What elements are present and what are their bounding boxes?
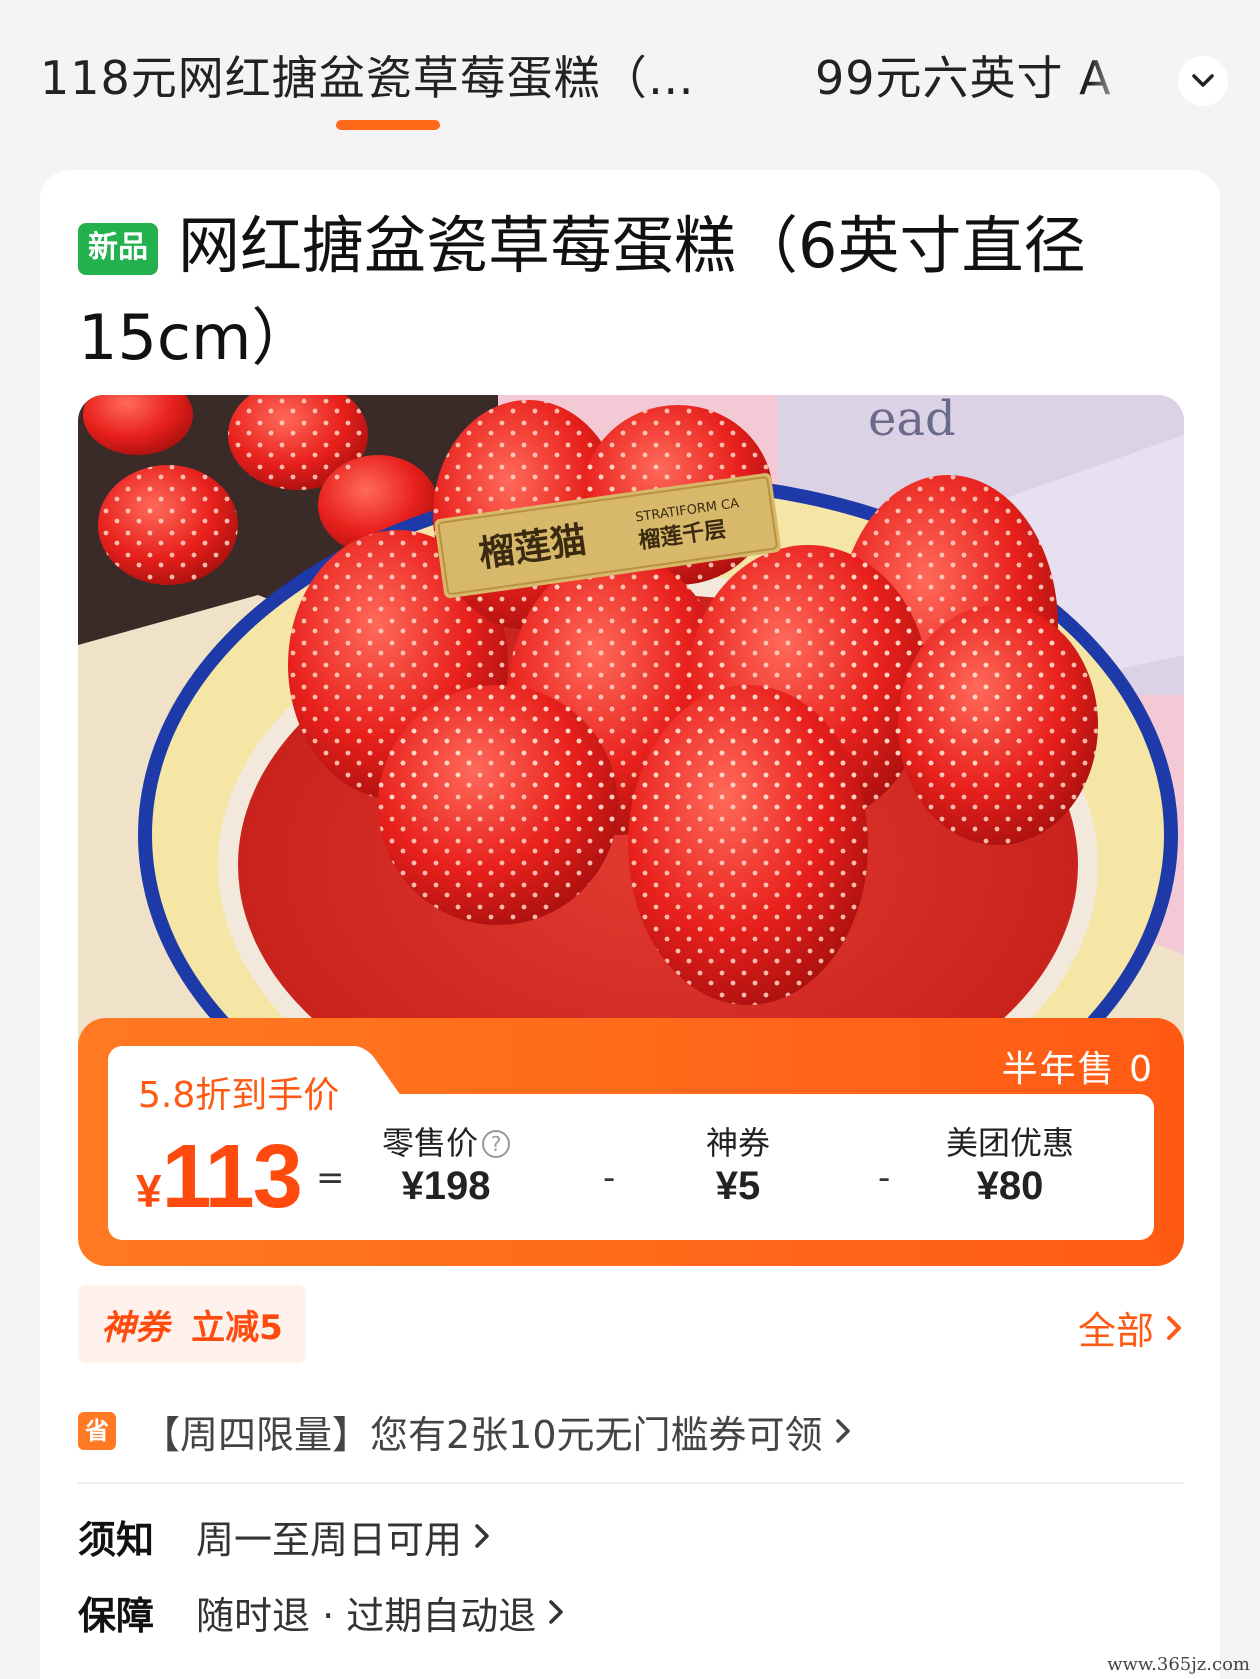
top-tab-bar: 118元网红搪盆瓷草莓蛋糕（… 99元六英寸 A: [0, 0, 1260, 150]
guarantee-value: 随时退 · 过期自动退: [196, 1593, 537, 1638]
half-year-sales: 半年售 0: [1001, 1049, 1154, 1090]
minus-sign-1: -: [603, 1158, 616, 1198]
active-tab-indicator: [336, 120, 440, 130]
deal-price: ¥113: [136, 1126, 303, 1229]
retail-price-value: ¥198: [401, 1164, 491, 1208]
minus-sign-2: -: [878, 1158, 891, 1198]
product-title-block: 新品 网红搪盆瓷草莓蛋糕（6英寸直径15cm）: [78, 200, 1178, 384]
view-all-coupons-link[interactable]: 全部: [1078, 1300, 1184, 1355]
deal-currency: ¥: [136, 1165, 162, 1217]
new-badge: 新品: [78, 223, 158, 275]
meituan-discount-label: 美团优惠: [945, 1124, 1074, 1162]
coupon-discount-value: ¥5: [715, 1164, 761, 1208]
coupon-discount-label: 神券: [705, 1124, 770, 1162]
save-icon: 省: [78, 1412, 116, 1450]
equals-sign: =: [316, 1158, 345, 1198]
expand-tabs-button[interactable]: [1178, 56, 1228, 106]
product-card: 新品 网红搪盆瓷草莓蛋糕（6英寸直径15cm） ead 榴莲猫 STRATIFO…: [40, 170, 1220, 1679]
coupon-tag[interactable]: 神券 立减5: [78, 1285, 306, 1363]
notice-value: 周一至周日可用: [196, 1517, 463, 1562]
meituan-discount-value: ¥80: [976, 1164, 1044, 1208]
guarantee-row[interactable]: 保障 随时退 · 过期自动退: [78, 1582, 566, 1642]
promo-coupon-row[interactable]: 省 【周四限量】您有2张10元无门槛券可领: [78, 1396, 853, 1466]
retail-price-label: 零售价: [381, 1124, 478, 1162]
view-all-label: 全部: [1077, 1309, 1154, 1353]
help-icon[interactable]: ?: [482, 1130, 510, 1158]
coupon-tag-amount: 立减5: [191, 1307, 283, 1348]
tab-current-deal[interactable]: 118元网红搪盆瓷草莓蛋糕（…: [40, 42, 695, 108]
coupon-discount-column: 神券 ¥5: [638, 1118, 838, 1209]
deal-label: 5.8折到手价: [138, 1075, 340, 1116]
chevron-right-icon: [835, 1419, 850, 1443]
notice-key: 须知: [78, 1517, 155, 1562]
coupon-tag-type: 神券: [101, 1307, 170, 1348]
price-panel: 半年售 0 5.8折到手价 ¥113 = 零售价? ¥198 - 神券 ¥5 -…: [78, 1018, 1184, 1266]
deal-value: 113: [161, 1127, 303, 1227]
chevron-right-icon: [1167, 1315, 1181, 1340]
box-lettering-2: ead: [868, 395, 956, 447]
product-title: 网红搪盆瓷草莓蛋糕（6英寸直径15cm）: [78, 209, 1086, 374]
watermark: www.365jz.com: [1107, 1654, 1250, 1675]
chevron-down-icon: [1192, 74, 1214, 87]
divider: [78, 1482, 1184, 1484]
meituan-discount-column: 美团优惠 ¥80: [910, 1118, 1110, 1209]
tab-fade-overlay: [1090, 10, 1130, 150]
retail-price-column[interactable]: 零售价? ¥198: [346, 1118, 546, 1209]
chevron-right-icon: [549, 1600, 563, 1624]
notice-row[interactable]: 须知 周一至周日可用: [78, 1506, 492, 1566]
chevron-right-icon: [475, 1524, 489, 1548]
tab-six-inch-deal[interactable]: 99元六英寸 A: [815, 42, 1135, 108]
guarantee-key: 保障: [78, 1593, 155, 1638]
promo-text: 【周四限量】您有2张10元无门槛券可领: [142, 1412, 823, 1457]
